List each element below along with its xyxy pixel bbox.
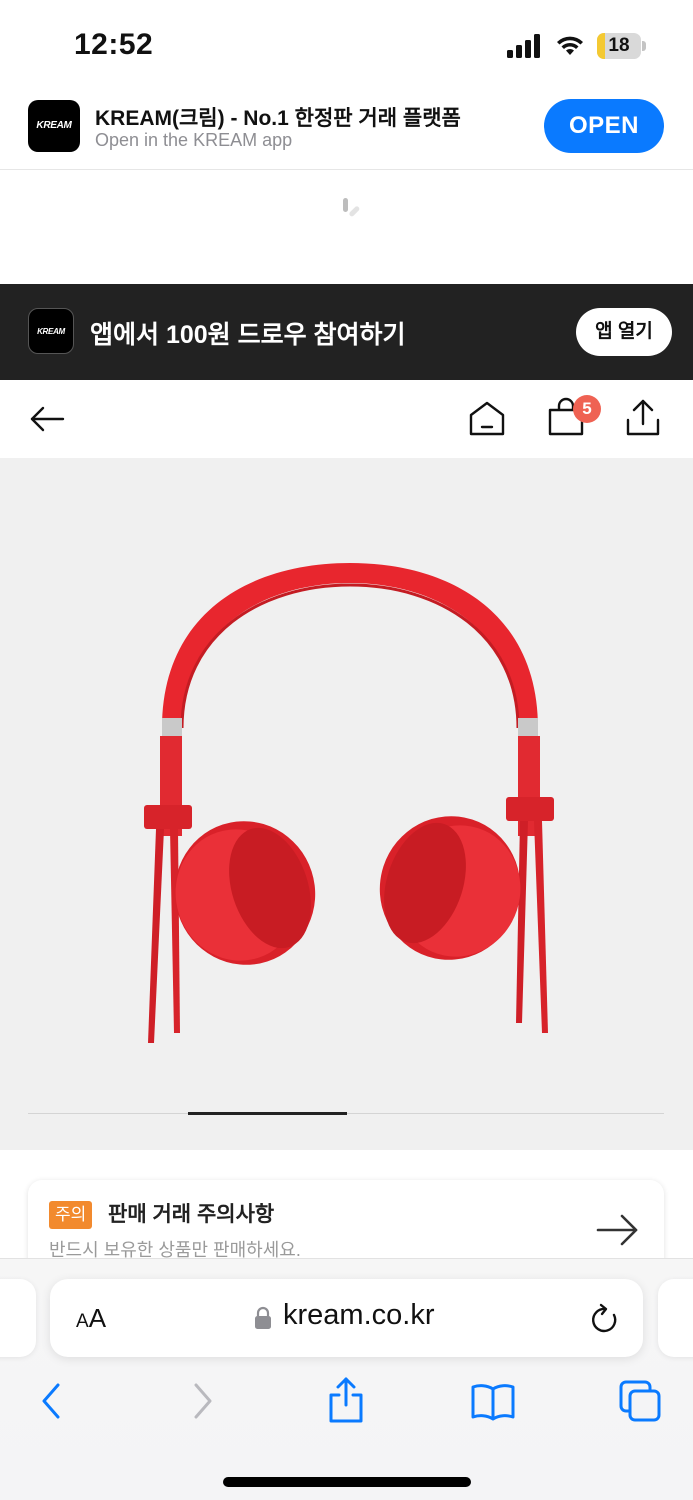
reload-icon[interactable]: [590, 1303, 620, 1335]
promo-banner[interactable]: KREAM 앱에서 100원 드로우 참여하기 앱 열기: [0, 284, 693, 380]
cellular-signal-icon: [507, 34, 543, 58]
status-bar: 12:52 18: [0, 0, 693, 90]
notice-title: 판매 거래 주의사항: [108, 1203, 275, 1226]
gallery-indicator-active: [188, 1112, 347, 1115]
previous-tab-preview[interactable]: [0, 1279, 36, 1357]
home-icon[interactable]: [466, 398, 508, 440]
product-image-gallery[interactable]: [0, 458, 693, 1150]
status-time: 12:52: [74, 28, 154, 61]
bookmarks-icon[interactable]: [470, 1381, 516, 1421]
open-app-button[interactable]: OPEN: [544, 99, 664, 153]
share-icon[interactable]: [326, 1375, 366, 1425]
smart-app-banner: KREAM KREAM(크림) - No.1 한정판 거래 플랫폼 Open i…: [0, 86, 693, 170]
lock-icon: [254, 1306, 272, 1330]
url-text[interactable]: kream.co.kr: [283, 1299, 434, 1332]
home-indicator: [223, 1477, 471, 1487]
back-arrow-icon[interactable]: [26, 398, 68, 440]
battery-icon: 18: [597, 33, 647, 59]
open-app-button[interactable]: 앱 열기: [576, 308, 672, 356]
product-navbar: 5: [0, 380, 693, 458]
forward-icon[interactable]: [186, 1381, 218, 1421]
loading-spinner-icon: [340, 195, 370, 219]
text-size-button[interactable]: AA: [76, 1303, 106, 1334]
battery-level: 18: [608, 35, 630, 56]
app-subtitle: Open in the KREAM app: [95, 130, 293, 150]
promo-text: 앱에서 100원 드로우 참여하기: [90, 321, 406, 349]
next-tab-preview[interactable]: [658, 1279, 693, 1357]
loading-area: [0, 170, 693, 284]
arrow-right-icon[interactable]: [594, 1210, 642, 1250]
safari-toolbar: AA kream.co.kr: [0, 1258, 693, 1500]
app-name: KREAM(크림) - No.1 한정판 거래 플랫폼: [95, 107, 461, 130]
kream-app-logo: KREAM: [28, 100, 80, 152]
cart-count-badge: 5: [573, 395, 601, 423]
product-image: [120, 553, 580, 1053]
back-icon[interactable]: [36, 1381, 68, 1421]
wifi-icon: [555, 33, 585, 57]
share-icon[interactable]: [622, 396, 664, 440]
kream-promo-logo: KREAM: [28, 308, 74, 354]
address-bar[interactable]: AA kream.co.kr: [50, 1279, 643, 1357]
notice-tag: 주의: [49, 1201, 93, 1229]
tabs-icon[interactable]: [618, 1379, 662, 1423]
